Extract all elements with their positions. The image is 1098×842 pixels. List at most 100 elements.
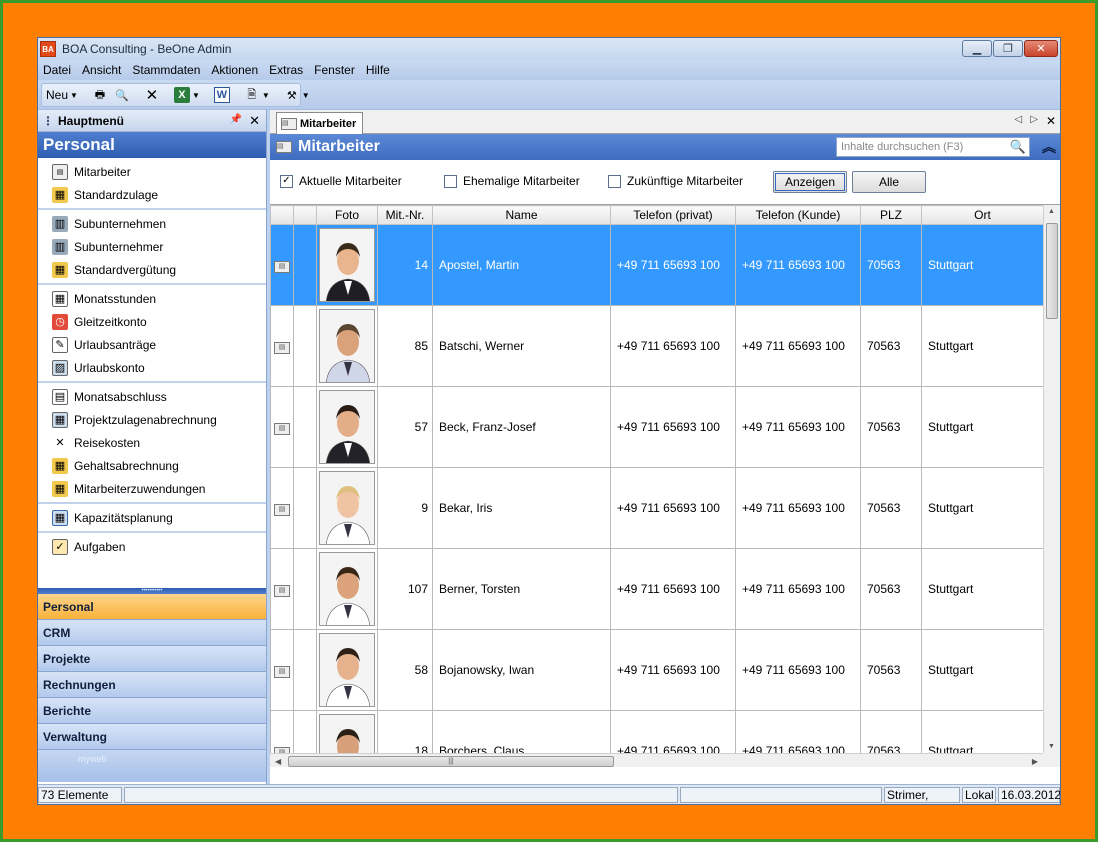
employee-tel-private[interactable]: +49 711 65693 100	[610, 386, 736, 468]
employee-number[interactable]: 18	[377, 710, 433, 753]
employee-tel-private[interactable]: +49 711 65693 100	[610, 710, 736, 753]
column-header-ort[interactable]: Ort	[921, 205, 1043, 225]
nav-button-berichte[interactable]: Berichte	[38, 698, 266, 724]
print-preview-button[interactable]: 🔍	[114, 85, 130, 105]
employee-ort[interactable]: Stuttgart	[921, 629, 1043, 711]
tab-mitarbeiter[interactable]: ▤ Mitarbeiter	[276, 112, 364, 134]
table-row[interactable]: ▤ 9 Bekar, Iris +49 711 65693 100 +49 711 6…	[270, 467, 1043, 549]
nav-button-crm[interactable]: CRM	[38, 620, 266, 646]
employee-number[interactable]: 14	[377, 224, 433, 306]
row-marker-cell[interactable]	[293, 224, 317, 306]
vertical-scroll-thumb[interactable]	[1046, 223, 1058, 319]
checkbox-future[interactable]	[608, 174, 621, 188]
row-icon-cell[interactable]: ▤	[270, 629, 294, 711]
close-button[interactable]: ✕	[1024, 40, 1058, 57]
employee-plz[interactable]: 70563	[860, 548, 922, 630]
employee-ort[interactable]: Stuttgart	[921, 224, 1043, 306]
scroll-right-icon[interactable]: ▶	[1032, 757, 1038, 766]
column-header-foto[interactable]: Foto	[316, 205, 378, 225]
nav-item-monatsabschluss[interactable]: ▤ Monatsabschluss	[38, 385, 266, 408]
column-header-nr[interactable]: Mit.-Nr.	[377, 205, 433, 225]
filter-current[interactable]: ✓ Aktuelle Mitarbeiter	[280, 174, 402, 188]
delete-button[interactable]: ✕	[144, 85, 160, 105]
scroll-up-icon[interactable]: ▲	[1048, 208, 1055, 215]
employee-number[interactable]: 57	[377, 386, 433, 468]
nav-item-kapazitaetsplanung[interactable]: ▦ Kapazitätsplanung	[38, 506, 266, 529]
table-row[interactable]: ▤ 107 Berner, Torsten +49 711 65693 100 +49…	[270, 548, 1043, 630]
all-button[interactable]: Alle	[852, 171, 926, 193]
nav-item-standardverguetung[interactable]: ▦ Standardvergütung	[38, 258, 266, 281]
employee-tel-private[interactable]: +49 711 65693 100	[610, 548, 736, 630]
excel-export-button[interactable]: X ▼	[173, 85, 200, 105]
row-icon-cell[interactable]: ▤	[270, 467, 294, 549]
photo-cell[interactable]	[316, 710, 378, 753]
employee-tel-customer[interactable]: +49 711 65693 100	[735, 548, 861, 630]
photo-cell[interactable]	[316, 467, 378, 549]
menu-aktionen[interactable]: Aktionen	[211, 63, 258, 77]
employee-name[interactable]: Bojanowsky, Iwan	[432, 629, 611, 711]
menu-hilfe[interactable]: Hilfe	[366, 63, 390, 77]
tab-scroll-right-icon[interactable]: ▷	[1030, 114, 1038, 128]
row-icon-cell[interactable]: ▤	[270, 224, 294, 306]
pin-icon[interactable]: 📌	[230, 114, 242, 125]
close-tab-icon[interactable]: ✕	[1046, 114, 1056, 128]
column-header-plz[interactable]: PLZ	[860, 205, 922, 225]
employee-plz[interactable]: 70563	[860, 224, 922, 306]
menu-fenster[interactable]: Fenster	[314, 63, 355, 77]
column-header-tel-private[interactable]: Telefon (privat)	[610, 205, 736, 225]
scroll-down-icon[interactable]: ▼	[1048, 743, 1055, 750]
employee-name[interactable]: Batschi, Werner	[432, 305, 611, 387]
employee-plz[interactable]: 70563	[860, 710, 922, 753]
employee-number[interactable]: 58	[377, 629, 433, 711]
employee-ort[interactable]: Stuttgart	[921, 386, 1043, 468]
close-panel-icon[interactable]: ✕	[249, 113, 260, 129]
print-button[interactable]: 🖶	[92, 85, 108, 105]
nav-item-mitarbeiterzuwendungen[interactable]: ▦ Mitarbeiterzuwendungen	[38, 477, 266, 500]
employee-tel-customer[interactable]: +49 711 65693 100	[735, 710, 861, 753]
row-icon-cell[interactable]: ▤	[270, 386, 294, 468]
grip-icon[interactable]: ⋮	[42, 114, 54, 128]
nav-item-monatsstunden[interactable]: ▦ Monatsstunden	[38, 287, 266, 310]
table-row[interactable]: ▤ 14 Apostel, Martin +49 711 65693 100 +49 …	[270, 224, 1043, 306]
nav-item-reisekosten[interactable]: ✕ Reisekosten	[38, 431, 266, 454]
row-icon-cell[interactable]: ▤	[270, 710, 294, 753]
employee-number[interactable]: 9	[377, 467, 433, 549]
nav-item-gleitzeitkonto[interactable]: ◷ Gleitzeitkonto	[38, 310, 266, 333]
nav-item-standardzulage[interactable]: ▦ Standardzulage	[38, 183, 266, 206]
employee-name[interactable]: Borchers, Claus	[432, 710, 611, 753]
employee-tel-customer[interactable]: +49 711 65693 100	[735, 467, 861, 549]
nav-button-rechnungen[interactable]: Rechnungen	[38, 672, 266, 698]
menu-ansicht[interactable]: Ansicht	[82, 63, 121, 77]
photo-cell[interactable]	[316, 629, 378, 711]
collapse-icon[interactable]: ︽	[1042, 137, 1056, 157]
row-marker-cell[interactable]	[293, 386, 317, 468]
nav-item-subunternehmen[interactable]: ▥ Subunternehmen	[38, 212, 266, 235]
row-marker-cell[interactable]	[293, 467, 317, 549]
employee-tel-private[interactable]: +49 711 65693 100	[610, 305, 736, 387]
menu-datei[interactable]: Datei	[43, 63, 71, 77]
column-header-name[interactable]: Name	[432, 205, 611, 225]
employee-plz[interactable]: 70563	[860, 629, 922, 711]
search-input[interactable]: Inhalte durchsuchen (F3) 🔍	[836, 137, 1030, 157]
tools-button[interactable]: ⚒ ▼	[284, 85, 310, 105]
employee-name[interactable]: Berner, Torsten	[432, 548, 611, 630]
menu-extras[interactable]: Extras	[269, 63, 303, 77]
word-export-button[interactable]: W	[213, 85, 230, 105]
row-marker-cell[interactable]	[293, 710, 317, 753]
show-button[interactable]: Anzeigen	[773, 171, 847, 193]
employee-number[interactable]: 107	[377, 548, 433, 630]
table-row[interactable]: ▤ 85 Batschi, Werner +49 711 65693 100 +49 …	[270, 305, 1043, 387]
filter-former[interactable]: Ehemalige Mitarbeiter	[444, 174, 580, 188]
vertical-scrollbar[interactable]: ▲ ▼	[1043, 205, 1060, 753]
employee-name[interactable]: Beck, Franz-Josef	[432, 386, 611, 468]
employee-ort[interactable]: Stuttgart	[921, 710, 1043, 753]
table-row[interactable]: ▤ 18 Borchers, Claus +49 711 65693 100 +49 …	[270, 710, 1043, 753]
row-icon-cell[interactable]: ▤	[270, 548, 294, 630]
photo-cell[interactable]	[316, 224, 378, 306]
employee-tel-customer[interactable]: +49 711 65693 100	[735, 305, 861, 387]
employee-tel-private[interactable]: +49 711 65693 100	[610, 467, 736, 549]
row-marker-cell[interactable]	[293, 305, 317, 387]
nav-item-gehaltsabrechnung[interactable]: ▦ Gehaltsabrechnung	[38, 454, 266, 477]
employee-ort[interactable]: Stuttgart	[921, 305, 1043, 387]
filter-future[interactable]: Zukünftige Mitarbeiter	[608, 174, 743, 188]
